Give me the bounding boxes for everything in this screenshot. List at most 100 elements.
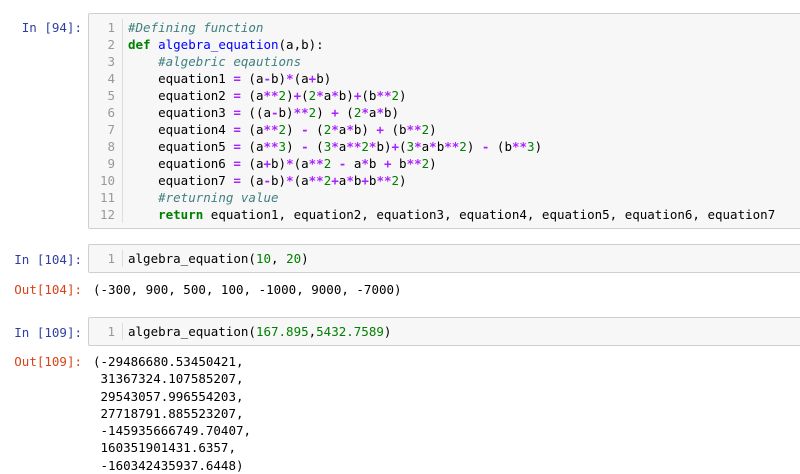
code-token: b)	[278, 105, 294, 120]
code-text: equation7 = (a-b)*(a**2+a*b+b**2)	[123, 172, 406, 189]
code-token: b	[368, 156, 384, 171]
code-token: *	[346, 122, 354, 137]
code-token: return	[158, 207, 204, 222]
code-line[interactable]: 6 equation3 = ((a-b)**2) + (2*a*b)	[89, 104, 800, 121]
code-token: (b	[489, 139, 512, 154]
code-token: (a	[240, 122, 264, 137]
code-line[interactable]: 1 algebra_equation(167.895,5432.7589)	[89, 323, 800, 340]
code-token: =	[233, 139, 241, 154]
code-token: (b	[361, 88, 377, 103]
code-token: =	[233, 173, 241, 188]
code-editor[interactable]: 1 algebra_equation(10, 20)	[89, 250, 800, 267]
code-token: 3	[278, 139, 287, 154]
code-line[interactable]: 10 equation7 = (a-b)*(a**2+a*b+b**2)	[89, 172, 800, 189]
code-cell-94[interactable]: 1 #Defining function 2 def algebra_equation…	[88, 13, 800, 229]
code-token: -	[263, 71, 271, 86]
output-line: -160342435937.6448)	[93, 457, 244, 473]
code-token: 20	[286, 251, 302, 266]
output-line: 31367324.107585207,	[93, 371, 244, 387]
code-token: **	[263, 139, 279, 154]
code-token: (a	[293, 71, 309, 86]
code-token: +	[383, 156, 392, 171]
code-token: (a	[240, 156, 264, 171]
code-token: (	[308, 122, 324, 137]
code-text: equation3 = ((a-b)**2) + (2*a*b)	[123, 104, 399, 121]
code-token: *	[429, 139, 437, 154]
code-token: equation7	[128, 173, 234, 188]
line-number: 8	[89, 138, 123, 155]
code-editor[interactable]: 1 #Defining function 2 def algebra_equation…	[89, 19, 800, 223]
input-prompt-109: In [109]:	[14, 325, 82, 340]
code-token: 2	[391, 88, 400, 103]
line-number: 1	[89, 250, 123, 267]
code-token: )	[534, 139, 543, 154]
cell-output-109: (-29486680.53450421, 31367324.107585207,…	[93, 353, 251, 474]
code-token: **	[376, 173, 392, 188]
code-line[interactable]: 12 return equation1, equation2, equation…	[89, 206, 800, 223]
code-token: )	[301, 251, 309, 266]
code-token: 3	[406, 139, 415, 154]
code-token: *	[331, 122, 339, 137]
code-token: b)	[376, 139, 392, 154]
code-token: a	[346, 156, 362, 171]
code-text: equation6 = (a+b)*(a**2 - a*b + b**2)	[123, 155, 437, 172]
code-line[interactable]: 1 #Defining function	[89, 19, 800, 36]
code-token: equation1, equation2, equation3, equatio…	[203, 207, 776, 222]
code-token: )	[286, 88, 294, 103]
code-cell-104[interactable]: 1 algebra_equation(10, 20)	[88, 244, 800, 273]
code-line[interactable]: 4 equation1 = (a-b)*(a+b)	[89, 70, 800, 87]
line-number: 9	[89, 155, 123, 172]
code-line[interactable]: 2 def algebra_equation(a,b):	[89, 36, 800, 53]
code-token: #Defining function	[128, 20, 264, 35]
code-line[interactable]: 9 equation6 = (a+b)*(a**2 - a*b + b**2)	[89, 155, 800, 172]
code-token: equation5	[128, 139, 234, 154]
code-token: (a	[240, 139, 264, 154]
code-token: equation3	[128, 105, 234, 120]
code-text: equation2 = (a**2)+(2*a*b)+(b**2)	[123, 87, 406, 104]
code-token: +	[263, 156, 271, 171]
code-token: **	[376, 88, 392, 103]
code-token: **	[293, 105, 309, 120]
line-number: 11	[89, 189, 123, 206]
code-token: -	[271, 105, 279, 120]
code-token: )	[316, 105, 332, 120]
output-prompt-104: Out[104]:	[14, 282, 82, 297]
code-text: #Defining function	[123, 19, 263, 36]
code-token: =	[233, 122, 241, 137]
code-text: algebra_equation(10, 20)	[123, 250, 309, 267]
code-token: ,	[271, 251, 287, 266]
code-token: equation4	[128, 122, 234, 137]
output-line: 29543057.996554203,	[93, 388, 244, 404]
code-line[interactable]: 11 #returning value	[89, 189, 800, 206]
code-token: **	[263, 122, 279, 137]
code-line[interactable]: 7 equation4 = (a**2) - (2*a*b) + (b**2)	[89, 121, 800, 138]
code-token: #algebric eqautions	[158, 54, 302, 69]
code-line[interactable]: 3 #algebric eqautions	[89, 53, 800, 70]
code-text: equation1 = (a-b)*(a+b)	[123, 70, 331, 87]
code-line[interactable]: 1 algebra_equation(10, 20)	[89, 250, 800, 267]
code-cell-109[interactable]: 1 algebra_equation(167.895,5432.7589)	[88, 317, 800, 346]
code-token: equation1	[128, 71, 234, 86]
code-token: -	[301, 139, 309, 154]
code-editor[interactable]: 1 algebra_equation(167.895,5432.7589)	[89, 323, 800, 340]
code-text: def algebra_equation(a,b):	[123, 36, 324, 53]
code-token: *	[316, 88, 324, 103]
code-line[interactable]: 5 equation2 = (a**2)+(2*a*b)+(b**2)	[89, 87, 800, 104]
code-token: 2	[459, 139, 467, 154]
code-token: *	[414, 139, 422, 154]
code-token: (	[301, 88, 309, 103]
code-token: algebra_equation	[158, 37, 279, 52]
code-token: +	[361, 173, 369, 188]
output-prompt-109: Out[109]:	[14, 354, 82, 369]
code-token: +	[391, 139, 400, 154]
code-token: 3	[527, 139, 535, 154]
code-token: **	[406, 156, 422, 171]
code-text: #algebric eqautions	[123, 53, 301, 70]
code-line[interactable]: 8 equation5 = (a**3) - (3*a**2*b)+(3*a*b…	[89, 138, 800, 155]
code-token: (a	[293, 173, 309, 188]
output-line: (-29486680.53450421,	[93, 354, 244, 369]
code-token: **	[346, 139, 362, 154]
